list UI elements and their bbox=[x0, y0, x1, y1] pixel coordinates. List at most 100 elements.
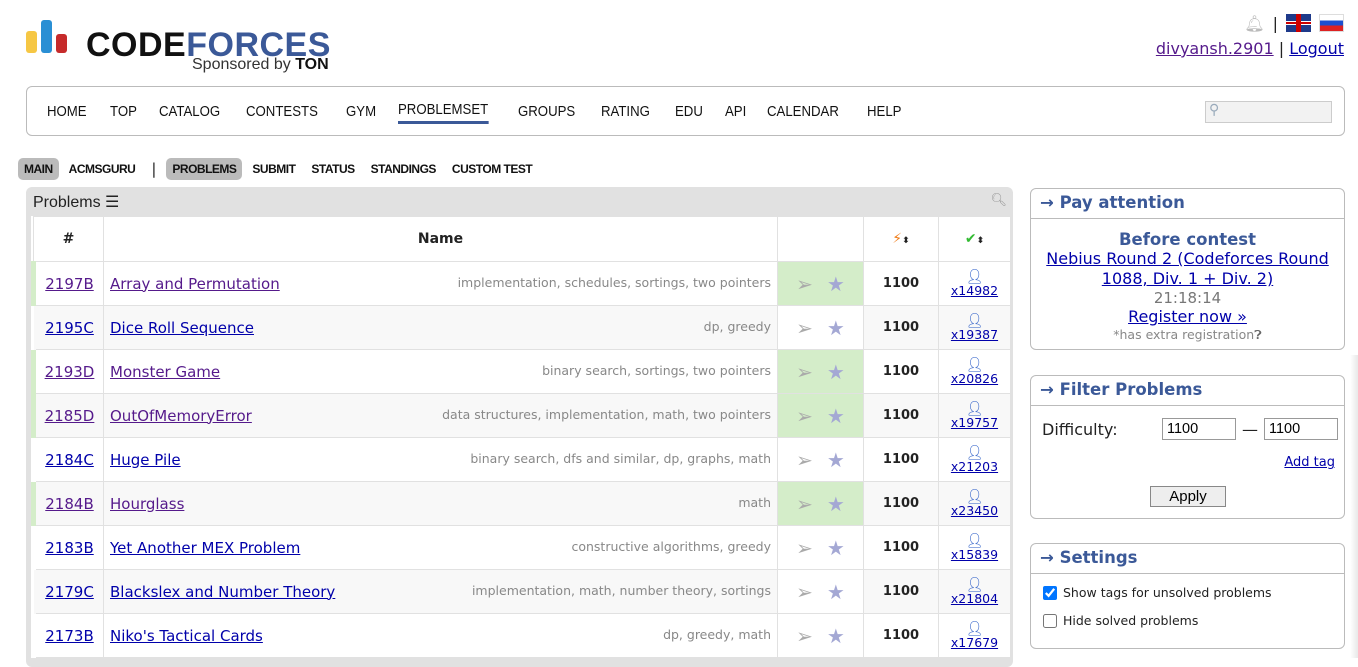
solved-count-link[interactable]: x19387 bbox=[951, 327, 998, 342]
solved-count-link[interactable]: x20826 bbox=[951, 371, 998, 386]
solved-count-link[interactable]: x21804 bbox=[951, 591, 998, 606]
uk-flag-icon[interactable] bbox=[1286, 14, 1311, 32]
register-link[interactable]: Register now » bbox=[1031, 307, 1344, 327]
subnav-acmsguru[interactable]: ACMSGURU bbox=[63, 158, 142, 180]
problem-rating: 1100 bbox=[863, 437, 939, 482]
problem-name-link[interactable]: OutOfMemoryError bbox=[110, 407, 252, 425]
submit-plane-icon[interactable]: ➢ bbox=[796, 536, 813, 560]
solved-count-link[interactable]: x14982 bbox=[951, 283, 998, 298]
subnav-submit[interactable]: SUBMIT bbox=[246, 158, 301, 180]
hide-solved-checkbox[interactable] bbox=[1043, 613, 1057, 628]
help-icon[interactable]: ❓︎ bbox=[1254, 327, 1262, 342]
problem-name-link[interactable]: Yet Another MEX Problem bbox=[110, 539, 300, 557]
problem-id-link[interactable]: 2197B bbox=[45, 275, 93, 293]
nav-calendar[interactable]: CALENDAR bbox=[767, 100, 839, 123]
subnav-separator: | bbox=[151, 160, 157, 178]
nav-top[interactable]: TOP bbox=[110, 100, 137, 123]
problem-id-link[interactable]: 2173B bbox=[45, 627, 93, 645]
nav-contests[interactable]: CONTESTS bbox=[246, 100, 318, 123]
nav-catalog[interactable]: CATALOG bbox=[159, 100, 220, 123]
problem-tags: dp, greedy, math bbox=[663, 626, 771, 642]
submit-plane-icon[interactable]: ➢ bbox=[796, 404, 813, 428]
submit-plane-icon[interactable]: ➢ bbox=[796, 492, 813, 516]
bell-icon[interactable]: 🔔︎ bbox=[1244, 14, 1264, 33]
submit-plane-icon[interactable]: ➢ bbox=[796, 448, 813, 472]
show-tags-checkbox[interactable] bbox=[1043, 585, 1057, 600]
submit-plane-icon[interactable]: ➢ bbox=[796, 580, 813, 604]
submit-plane-icon[interactable]: ➢ bbox=[796, 316, 813, 340]
solved-count-link[interactable]: x21203 bbox=[951, 459, 998, 474]
problem-id-link[interactable]: 2184C bbox=[45, 451, 94, 469]
solved-count-link[interactable]: x17679 bbox=[951, 635, 998, 650]
list-icon[interactable]: ☰ bbox=[105, 194, 119, 211]
username-link[interactable]: divyansh.2901 bbox=[1156, 39, 1274, 58]
problem-tags: binary search, dfs and similar, dp, grap… bbox=[470, 450, 771, 466]
solved-count-link[interactable]: x23450 bbox=[951, 503, 998, 518]
apply-button[interactable]: Apply bbox=[1150, 486, 1226, 507]
submit-plane-icon[interactable]: ➢ bbox=[796, 624, 813, 648]
nav-problemset[interactable]: PROBLEMSET bbox=[397, 98, 489, 124]
nav-help[interactable]: HELP bbox=[867, 100, 901, 123]
search-input[interactable]: ⚲ bbox=[1205, 101, 1332, 123]
subnav-standings[interactable]: STANDINGS bbox=[365, 158, 442, 180]
favorite-star-icon[interactable]: ★ bbox=[827, 360, 845, 384]
problem-id-link[interactable]: 2193D bbox=[45, 363, 95, 381]
favorite-star-icon[interactable]: ★ bbox=[827, 404, 845, 428]
problem-id-link[interactable]: 2185D bbox=[45, 407, 95, 425]
problem-id-link[interactable]: 2184B bbox=[45, 495, 93, 513]
problem-name-link[interactable]: Dice Roll Sequence bbox=[110, 319, 254, 337]
nav-groups[interactable]: GROUPS bbox=[518, 100, 575, 123]
problem-id-link[interactable]: 2183B bbox=[45, 539, 93, 557]
favorite-star-icon[interactable]: ★ bbox=[827, 492, 845, 516]
logout-link[interactable]: Logout bbox=[1289, 39, 1344, 58]
favorite-star-icon[interactable]: ★ bbox=[827, 624, 845, 648]
problem-name-link[interactable]: Huge Pile bbox=[110, 451, 181, 469]
user-icon: 👤︎ bbox=[965, 268, 984, 285]
problem-row: 2193D Monster Game binary search, sorting… bbox=[31, 349, 1011, 394]
problem-name-link[interactable]: Niko's Tactical Cards bbox=[110, 627, 263, 645]
russia-flag-icon[interactable] bbox=[1319, 14, 1344, 32]
problem-name-link[interactable]: Hourglass bbox=[110, 495, 184, 513]
difficulty-min-input[interactable] bbox=[1162, 418, 1236, 440]
col-name: Name bbox=[103, 216, 778, 262]
col-id[interactable]: # bbox=[33, 216, 104, 262]
favorite-star-icon[interactable]: ★ bbox=[827, 580, 845, 604]
solved-count-link[interactable]: x15839 bbox=[951, 547, 998, 562]
col-rating[interactable]: ⚡⬍ bbox=[863, 216, 939, 262]
nav-api[interactable]: API bbox=[725, 100, 746, 123]
problem-name-link[interactable]: Blackslex and Number Theory bbox=[110, 583, 335, 601]
problems-panel: Problems ☰ 🔍︎ # Name ⚡⬍ ✔⬍ 2197B Array a… bbox=[26, 187, 1013, 667]
subnav-problems[interactable]: PROBLEMS bbox=[166, 158, 243, 180]
subnav-main[interactable]: MAIN bbox=[18, 158, 59, 180]
difficulty-label: Difficulty: bbox=[1042, 419, 1118, 439]
problem-tags: data structures, implementation, math, t… bbox=[442, 406, 771, 422]
nav-home[interactable]: HOME bbox=[47, 100, 87, 123]
contest-link[interactable]: Nebius Round 2 (Codeforces Round 1088, D… bbox=[1031, 249, 1344, 289]
extra-registration-note: *has extra registration bbox=[1113, 327, 1255, 342]
col-solved[interactable]: ✔⬍ bbox=[938, 216, 1011, 262]
favorite-star-icon[interactable]: ★ bbox=[827, 448, 845, 472]
problem-id-link[interactable]: 2179C bbox=[45, 583, 94, 601]
subnav-status[interactable]: STATUS bbox=[305, 158, 360, 180]
problem-name-link[interactable]: Monster Game bbox=[110, 363, 220, 381]
problem-id-link[interactable]: 2195C bbox=[45, 319, 94, 337]
subnav-custom-test[interactable]: CUSTOM TEST bbox=[446, 158, 538, 180]
favorite-star-icon[interactable]: ★ bbox=[827, 316, 845, 340]
problem-row: 2184C Huge Pile binary search, dfs and si… bbox=[33, 437, 1011, 482]
solved-count-link[interactable]: x19757 bbox=[951, 415, 998, 430]
nav-edu[interactable]: EDU bbox=[675, 100, 703, 123]
magnifier-icon[interactable]: 🔍︎ bbox=[990, 193, 1007, 208]
favorite-star-icon[interactable]: ★ bbox=[827, 272, 845, 296]
user-icon: 👤︎ bbox=[965, 488, 984, 505]
nav-rating[interactable]: RATING bbox=[601, 100, 650, 123]
problem-row: 2179C Blackslex and Number Theory impleme… bbox=[33, 569, 1011, 614]
difficulty-max-input[interactable] bbox=[1264, 418, 1338, 440]
problem-tags: math bbox=[738, 494, 771, 510]
nav-gym[interactable]: GYM bbox=[346, 100, 376, 123]
submit-plane-icon[interactable]: ➢ bbox=[796, 272, 813, 296]
add-tag-link[interactable]: Add tag bbox=[1284, 455, 1335, 470]
favorite-star-icon[interactable]: ★ bbox=[827, 536, 845, 560]
problem-name-link[interactable]: Array and Permutation bbox=[110, 275, 280, 293]
show-tags-label: Show tags for unsolved problems bbox=[1063, 585, 1272, 600]
submit-plane-icon[interactable]: ➢ bbox=[796, 360, 813, 384]
